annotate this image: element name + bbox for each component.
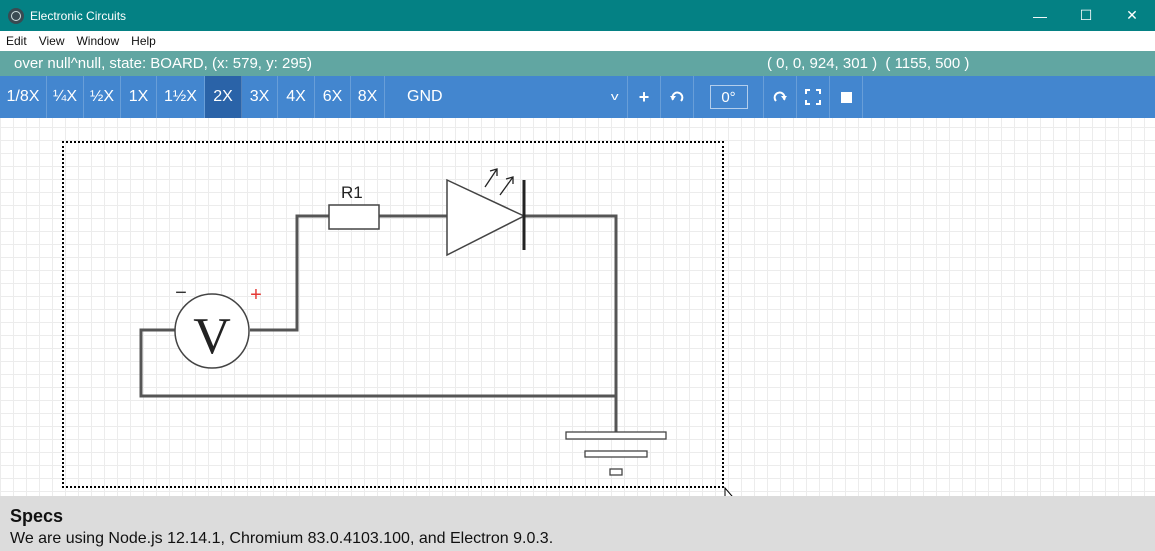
wire-led-to-ground (524, 214, 618, 433)
plus-sign: + (250, 284, 262, 306)
minimize-button[interactable]: — (1017, 0, 1063, 31)
rotate-left-icon (670, 91, 684, 102)
fullscreen-button[interactable] (797, 76, 830, 118)
mouse-cursor-icon (724, 486, 733, 496)
circuit-diagram: R1 V − + (139, 168, 733, 496)
plus-icon: + (638, 86, 650, 107)
menu-edit[interactable]: Edit (0, 34, 33, 48)
voltage-source[interactable]: V (174, 293, 250, 369)
app-icon (8, 7, 24, 24)
rotate-right-icon (773, 91, 787, 102)
angle-container: 0° (694, 76, 764, 118)
resistor-r1[interactable] (328, 204, 380, 230)
component-select-value: GND (407, 88, 443, 105)
rotate-left-button[interactable] (661, 76, 694, 118)
ground-symbol[interactable] (565, 431, 667, 476)
zoom-8x-button[interactable]: 8X (351, 76, 385, 118)
status-bounds: ( 0, 0, 924, 301 ) ( 1155, 500 ) (767, 55, 970, 72)
status-state: over null^null, state: BOARD, (x: 579, y… (14, 55, 313, 72)
specs-title: Specs (10, 506, 64, 526)
menu-bar: Edit View Window Help (0, 31, 1155, 51)
led[interactable] (446, 168, 526, 257)
window-title: Electronic Circuits (30, 8, 127, 23)
fullscreen-icon (805, 89, 821, 105)
zoom-1x-button[interactable]: 1X (121, 76, 157, 118)
title-bar: Electronic Circuits — ☐ ✕ (0, 0, 1155, 31)
circuit-canvas[interactable]: R1 V − + (0, 118, 1155, 496)
voltage-symbol: V (193, 308, 231, 365)
rotate-right-button[interactable] (764, 76, 797, 118)
angle-input[interactable]: 0° (709, 85, 748, 109)
menu-help[interactable]: Help (125, 34, 162, 48)
light-arrows-icon (484, 168, 514, 196)
resistor-label: R1 (341, 183, 363, 202)
component-select[interactable]: GND v (385, 76, 628, 118)
menu-window[interactable]: Window (70, 34, 125, 48)
close-button[interactable]: ✕ (1109, 0, 1155, 31)
stop-icon (840, 91, 852, 103)
stop-button[interactable] (830, 76, 863, 118)
status-bar: over null^null, state: BOARD, (x: 579, y… (0, 51, 1155, 76)
zoom-1-5x-button[interactable]: 1½X (157, 76, 205, 118)
chevron-down-icon: v (610, 91, 619, 103)
toolbar: 1/8X ¼X ½X 1X 1½X 2X 3X 4X 6X 8X GND v +… (0, 76, 1155, 118)
zoom-6x-button[interactable]: 6X (315, 76, 351, 118)
zoom-half-button[interactable]: ½X (84, 76, 121, 118)
zoom-4x-button[interactable]: 4X (278, 76, 315, 118)
minus-sign: − (175, 282, 187, 304)
specs-panel: Specs We are using Node.js 12.14.1, Chro… (0, 496, 1155, 551)
add-button[interactable]: + (628, 76, 661, 118)
zoom-1-8x-button[interactable]: 1/8X (0, 76, 47, 118)
zoom-3x-button[interactable]: 3X (242, 76, 278, 118)
specs-text: We are using Node.js 12.14.1, Chromium 8… (10, 530, 554, 547)
maximize-button[interactable]: ☐ (1063, 0, 1109, 31)
wire-source-to-resistor (250, 214, 329, 332)
zoom-2x-button[interactable]: 2X (205, 76, 242, 118)
menu-view[interactable]: View (33, 34, 71, 48)
zoom-quarter-button[interactable]: ¼X (47, 76, 84, 118)
